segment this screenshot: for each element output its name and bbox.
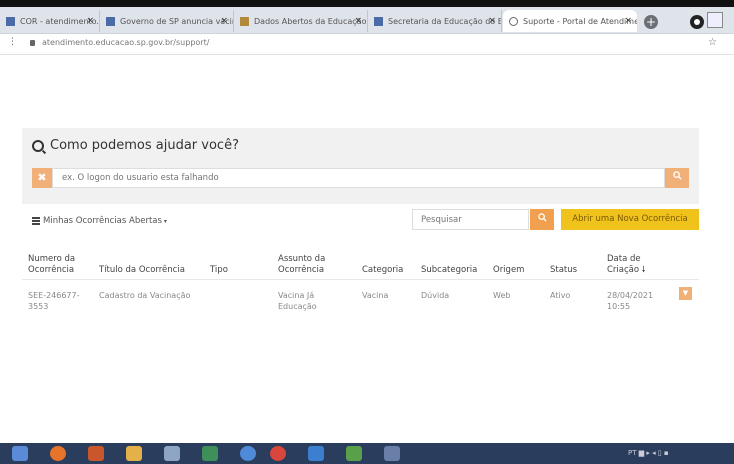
- tab-favicon-icon: [6, 16, 15, 26]
- my-tickets-filter-dropdown[interactable]: Minhas Ocorrências Abertas ▾: [32, 216, 167, 226]
- clear-search-button[interactable]: ✖: [32, 168, 52, 188]
- header-subcategoria[interactable]: Subcategoria: [421, 265, 477, 276]
- sort-down-icon: 🠗: [641, 265, 646, 275]
- header-assunto[interactable]: Assunto da Ocorrência: [278, 254, 325, 276]
- cell-titulo: Cadastro da Vacinação: [99, 291, 191, 300]
- list-icon: [32, 217, 40, 225]
- cell-origem: Web: [493, 291, 511, 300]
- search-icon: [32, 139, 44, 152]
- browser-tab[interactable]: Secretaria da Educação do Est ×: [368, 10, 502, 32]
- taskbar: PT ▆ ▸ ◂ ▯ ▪: [0, 443, 734, 464]
- header-data[interactable]: Data de Criação 🠗: [607, 254, 645, 276]
- help-panel: Como podemos ajudar você? ✖: [22, 128, 699, 204]
- header-line: Numero da: [28, 254, 76, 264]
- profile-icon[interactable]: [690, 15, 704, 29]
- table-divider: [22, 279, 699, 280]
- help-title: Como podemos ajudar você?: [32, 138, 239, 153]
- tab-title: Suporte - Portal de Atendimen: [523, 16, 637, 26]
- tab-close-icon[interactable]: ×: [624, 16, 632, 26]
- new-tab-button[interactable]: +: [644, 15, 658, 29]
- header-line: Assunto da: [278, 254, 326, 264]
- tab-close-icon[interactable]: ×: [220, 16, 228, 26]
- search-icon: [672, 171, 682, 180]
- header-line: Ocorrência: [28, 265, 75, 275]
- cell-data: 28/04/2021 10:55: [607, 290, 653, 312]
- help-title-text: Como podemos ajudar você?: [50, 138, 239, 153]
- media-player-icon[interactable]: [88, 446, 104, 461]
- tab-title: Dados Abertos da Educação: [254, 16, 367, 26]
- chrome-icon[interactable]: [270, 446, 286, 461]
- ticket-search-button[interactable]: [530, 209, 554, 230]
- ie-icon[interactable]: [308, 446, 324, 461]
- dropdown-caret-icon: ▾: [163, 217, 167, 225]
- tray-language: PT: [628, 449, 637, 457]
- help-search-button[interactable]: [665, 168, 689, 188]
- app-icon[interactable]: [384, 446, 400, 461]
- app-icon[interactable]: [346, 446, 362, 461]
- cell-assunto: Vacina Já Educação: [278, 290, 317, 312]
- cell-subcategoria: Dúvida: [421, 291, 450, 300]
- app-icon[interactable]: [240, 446, 256, 461]
- folder-icon[interactable]: [126, 446, 142, 461]
- document-icon[interactable]: [164, 446, 180, 461]
- address-bar[interactable]: ⋮ atendimento.educacao.sp.gov.br/support…: [0, 34, 734, 55]
- ticket-search-input[interactable]: [412, 209, 529, 230]
- spreadsheet-icon[interactable]: [202, 446, 218, 461]
- browser-tab-active[interactable]: Suporte - Portal de Atendimen ×: [503, 10, 637, 32]
- search-icon: [537, 213, 547, 222]
- cell-numero: SEE-246677- 3553: [28, 290, 80, 312]
- new-ticket-button[interactable]: Abrir uma Nova Ocorrência: [561, 209, 699, 230]
- help-search-row: ✖: [32, 168, 689, 188]
- lock-icon: [30, 40, 35, 46]
- header-status[interactable]: Status: [550, 265, 577, 276]
- header-line: Ocorrência: [278, 265, 325, 275]
- tab-title: Governo de SP anuncia vacin: [120, 16, 234, 26]
- tab-close-icon[interactable]: ×: [488, 16, 496, 26]
- browser-tab-strip: COR - atendimento.p × Governo de SP anun…: [0, 7, 734, 34]
- header-line: Criação: [607, 265, 640, 275]
- tab-favicon-icon: [106, 16, 115, 26]
- firefox-icon[interactable]: [50, 446, 66, 461]
- tab-favicon-icon: [240, 16, 249, 26]
- tab-title: Secretaria da Educação do Est: [388, 16, 502, 26]
- tab-favicon-icon: [374, 16, 383, 26]
- tab-close-icon[interactable]: ×: [354, 16, 362, 26]
- filter-label: Minhas Ocorrências Abertas: [43, 216, 162, 226]
- header-origem[interactable]: Origem: [493, 265, 524, 276]
- system-tray[interactable]: PT ▆ ▸ ◂ ▯ ▪: [628, 449, 669, 457]
- header-numero[interactable]: Numero da Ocorrência: [28, 254, 75, 276]
- browser-tab[interactable]: Governo de SP anuncia vacin ×: [100, 10, 234, 32]
- window-top-border: [0, 0, 734, 7]
- row-expand-button[interactable]: ▼: [679, 287, 692, 300]
- browser-tab[interactable]: COR - atendimento.p ×: [0, 10, 100, 32]
- cell-line: 10:55: [607, 302, 631, 311]
- menu-dots-icon[interactable]: ⋮: [8, 37, 17, 47]
- cell-line: 3553: [28, 302, 49, 311]
- bookmark-star-icon[interactable]: ☆: [708, 37, 717, 48]
- start-icon[interactable]: [12, 446, 28, 461]
- window-button-icon[interactable]: [707, 12, 723, 28]
- header-categoria[interactable]: Categoria: [362, 265, 403, 276]
- cell-categoria: Vacina: [362, 291, 389, 300]
- cell-line: Educação: [278, 302, 317, 311]
- header-titulo[interactable]: Título da Ocorrência: [99, 265, 185, 276]
- cell-status: Ativo: [550, 291, 571, 300]
- cell-line: Vacina Já: [278, 291, 315, 300]
- cell-line: 28/04/2021: [607, 291, 654, 300]
- header-line: Data de: [607, 254, 641, 264]
- header-tipo[interactable]: Tipo: [210, 265, 228, 276]
- help-search-input[interactable]: [52, 168, 665, 188]
- browser-tab[interactable]: Dados Abertos da Educação ×: [234, 10, 368, 32]
- url-text[interactable]: atendimento.educacao.sp.gov.br/support/: [42, 38, 209, 47]
- cell-line: SEE-246677-: [28, 291, 80, 300]
- tab-close-icon[interactable]: ×: [86, 16, 94, 26]
- tab-favicon-icon: [509, 16, 518, 26]
